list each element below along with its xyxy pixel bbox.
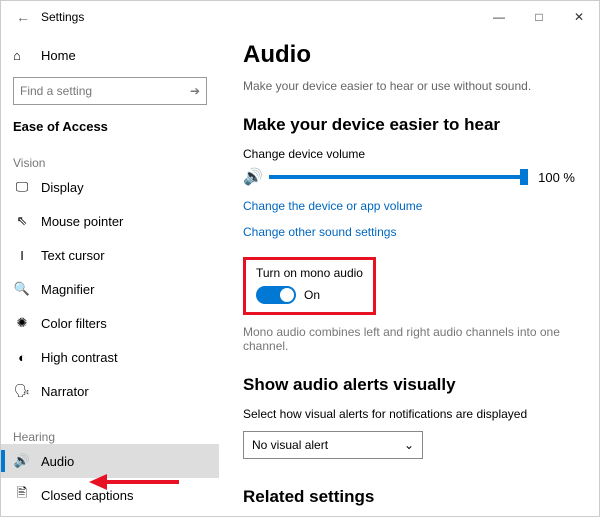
section-visual-alerts: Show audio alerts visually bbox=[243, 375, 575, 395]
section-related: Related settings bbox=[243, 487, 575, 507]
color-filters-icon: ✺ bbox=[13, 315, 31, 331]
group-vision: Vision bbox=[13, 156, 207, 170]
page-subtitle: Make your device easier to hear or use w… bbox=[243, 79, 575, 93]
visual-alert-label: Select how visual alerts for notificatio… bbox=[243, 407, 575, 421]
speaker-icon: 🔊 bbox=[243, 167, 263, 187]
magnifier-icon: 🔍 bbox=[13, 281, 31, 297]
group-hearing: Hearing bbox=[13, 430, 207, 444]
sidebar-item-highcontrast[interactable]: ◐ High contrast bbox=[1, 340, 219, 374]
text-cursor-icon: I bbox=[13, 248, 31, 263]
audio-icon: 🔊 bbox=[13, 453, 31, 469]
titlebar: ← Settings — □ ✕ bbox=[1, 1, 599, 33]
sidebar-item-label: Audio bbox=[41, 454, 74, 469]
narrator-icon: 🗣 bbox=[13, 383, 31, 399]
link-device-volume[interactable]: Change the device or app volume bbox=[243, 199, 575, 213]
visual-alert-value: No visual alert bbox=[252, 438, 328, 452]
annotation-highlight: Turn on mono audio On bbox=[243, 257, 376, 315]
chevron-down-icon: ⌄ bbox=[404, 438, 414, 452]
sidebar-item-narrator[interactable]: 🗣 Narrator bbox=[1, 374, 219, 408]
link-other-sound[interactable]: Change other sound settings bbox=[243, 225, 575, 239]
sidebar-item-textcursor[interactable]: I Text cursor bbox=[1, 238, 219, 272]
main-panel: Audio Make your device easier to hear or… bbox=[219, 33, 599, 516]
sidebar-item-mouse[interactable]: ⇖ Mouse pointer bbox=[1, 204, 219, 238]
captions-icon: 🖹 bbox=[13, 484, 31, 506]
home-link[interactable]: ⌂ Home bbox=[13, 39, 207, 71]
minimize-button[interactable]: — bbox=[479, 1, 519, 33]
visual-alert-select[interactable]: No visual alert ⌄ bbox=[243, 431, 423, 459]
display-icon: 🖵 bbox=[13, 179, 31, 195]
home-icon: ⌂ bbox=[13, 48, 31, 63]
back-button[interactable]: ← bbox=[9, 9, 37, 25]
sidebar-item-label: Closed captions bbox=[41, 488, 134, 503]
page-title: Audio bbox=[243, 41, 575, 69]
mono-audio-label: Turn on mono audio bbox=[256, 266, 363, 280]
close-button[interactable]: ✕ bbox=[559, 1, 599, 33]
window-title: Settings bbox=[41, 10, 84, 24]
mono-audio-toggle[interactable] bbox=[256, 286, 296, 304]
sidebar-item-label: Narrator bbox=[41, 384, 89, 399]
search-input[interactable]: Find a setting ➔ bbox=[13, 77, 207, 105]
sidebar-item-colorfilters[interactable]: ✺ Color filters bbox=[1, 306, 219, 340]
sidebar-item-label: Mouse pointer bbox=[41, 214, 123, 229]
search-icon: ➔ bbox=[190, 84, 200, 98]
volume-label: Change device volume bbox=[243, 147, 575, 161]
sidebar: ⌂ Home Find a setting ➔ Ease of Access V… bbox=[1, 33, 219, 516]
sidebar-item-label: Color filters bbox=[41, 316, 107, 331]
search-placeholder: Find a setting bbox=[20, 84, 92, 98]
volume-value: 100 % bbox=[538, 170, 575, 185]
mono-audio-hint: Mono audio combines left and right audio… bbox=[243, 325, 575, 353]
section-title: Ease of Access bbox=[13, 119, 207, 134]
volume-slider[interactable] bbox=[269, 175, 528, 179]
sidebar-item-label: Display bbox=[41, 180, 84, 195]
high-contrast-icon: ◐ bbox=[13, 350, 31, 365]
sidebar-item-label: Magnifier bbox=[41, 282, 94, 297]
sidebar-item-label: High contrast bbox=[41, 350, 118, 365]
sidebar-item-audio[interactable]: 🔊 Audio bbox=[1, 444, 219, 478]
mono-audio-state: On bbox=[304, 288, 320, 302]
mouse-icon: ⇖ bbox=[13, 213, 31, 229]
sidebar-item-label: Text cursor bbox=[41, 248, 105, 263]
section-easier-hear: Make your device easier to hear bbox=[243, 115, 575, 135]
sidebar-item-display[interactable]: 🖵 Display bbox=[1, 170, 219, 204]
maximize-button[interactable]: □ bbox=[519, 1, 559, 33]
sidebar-item-magnifier[interactable]: 🔍 Magnifier bbox=[1, 272, 219, 306]
sidebar-item-captions[interactable]: 🖹 Closed captions bbox=[1, 478, 219, 512]
home-label: Home bbox=[41, 48, 76, 63]
